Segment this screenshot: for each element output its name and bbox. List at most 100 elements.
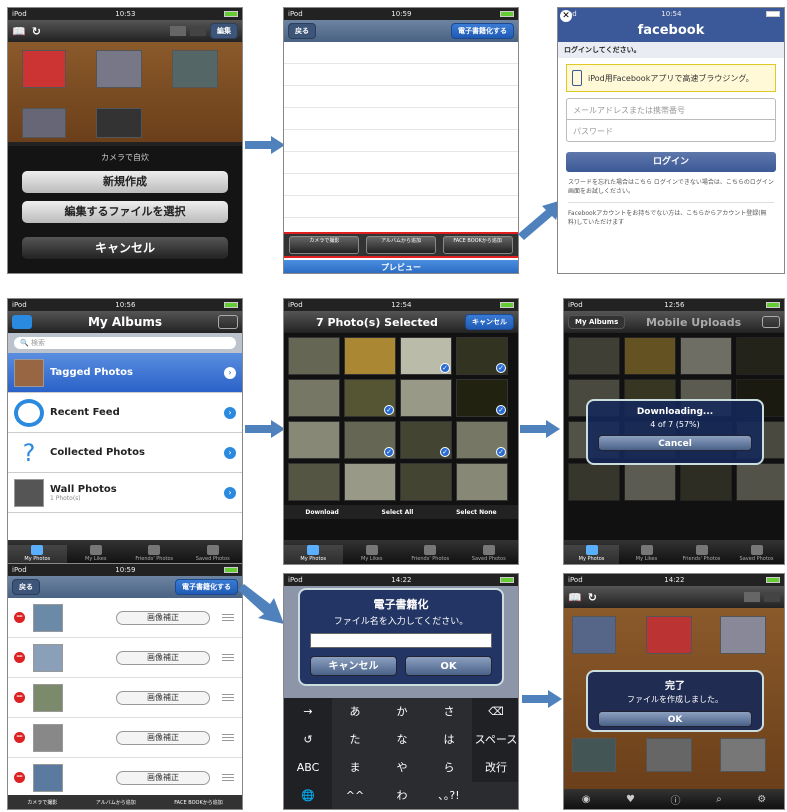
photo-thumbnail[interactable] <box>456 463 508 501</box>
keyboard-key[interactable]: あ <box>331 698 379 726</box>
book-cover[interactable] <box>646 616 692 654</box>
download-button[interactable]: Download <box>305 509 338 516</box>
reorder-handle-icon[interactable] <box>222 614 234 621</box>
filename-input[interactable] <box>310 633 492 648</box>
keyboard-key[interactable]: ABC <box>284 754 332 782</box>
ok-button[interactable]: OK <box>598 711 752 727</box>
keyboard-key[interactable]: ら <box>425 754 473 782</box>
cancel-button[interactable]: キャンセル <box>22 237 228 259</box>
info-icon[interactable]: ⓘ <box>671 792 681 807</box>
keyboard-key[interactable]: ､｡?! <box>425 782 473 809</box>
delete-icon[interactable]: − <box>14 612 25 623</box>
tab-my-likes[interactable]: My Likes <box>619 545 674 564</box>
share-icon[interactable] <box>762 316 780 328</box>
album-add-button[interactable]: アルバムから追加 <box>365 236 436 254</box>
photo-thumbnail[interactable]: ✓ <box>400 421 452 459</box>
convert-ebook-button[interactable]: 電子書籍化する <box>451 23 514 39</box>
image-row[interactable]: − 画像補正 <box>8 678 242 718</box>
image-correct-button[interactable]: 画像補正 <box>116 610 210 625</box>
preview-button[interactable]: プレビュー <box>284 260 518 273</box>
tab-friends-photos[interactable]: Friends' Photos <box>125 545 184 564</box>
keyboard-key[interactable]: ^^ <box>331 782 379 809</box>
tab-saved-photos[interactable]: Saved Photos <box>460 545 519 564</box>
back-button[interactable]: 戻る <box>288 23 316 39</box>
heart-icon[interactable]: ♥ <box>626 794 635 805</box>
tab-my-likes[interactable]: My Likes <box>67 545 126 564</box>
grid-view-icon[interactable] <box>170 26 186 36</box>
facebook-add-button[interactable]: FACE BOOKから追加 <box>174 799 222 806</box>
photo-thumbnail[interactable] <box>680 337 732 375</box>
photo-thumbnail[interactable] <box>736 463 784 501</box>
keyboard-key[interactable]: 改行 <box>472 754 518 782</box>
tab-my-photos[interactable]: My Photos <box>564 545 619 564</box>
image-correct-button[interactable]: 画像補正 <box>116 770 210 785</box>
photo-thumbnail[interactable] <box>680 463 732 501</box>
keyboard-key[interactable]: ま <box>331 754 379 782</box>
book-cover[interactable] <box>572 616 616 654</box>
help-text[interactable]: スワードを忘れた場合はこちら ログインできない場合は、こちらのログイン画面をお試… <box>568 178 774 203</box>
photo-thumbnail[interactable]: ✓ <box>400 337 452 375</box>
photo-thumbnail[interactable] <box>288 463 340 501</box>
tab-saved-photos[interactable]: Saved Photos <box>184 545 243 564</box>
photo-thumbnail[interactable] <box>400 463 452 501</box>
signup-text[interactable]: Facebookアカウントをお持ちでない方は、こちらからアカウント登録(無料)し… <box>568 209 774 227</box>
close-icon[interactable]: ✕ <box>560 10 572 22</box>
image-row[interactable]: − 画像補正 <box>8 638 242 678</box>
select-all-button[interactable]: Select All <box>382 509 414 516</box>
delete-icon[interactable]: − <box>14 692 25 703</box>
image-correct-button[interactable]: 画像補正 <box>116 730 210 745</box>
edit-button[interactable]: 編集 <box>210 23 238 39</box>
tab-my-photos[interactable]: My Photos <box>8 545 67 564</box>
photo-thumbnail[interactable]: ✓ <box>456 421 508 459</box>
gear-icon[interactable]: ⚙ <box>757 794 766 805</box>
cancel-button[interactable]: キャンセル <box>465 314 514 330</box>
image-correct-button[interactable]: 画像補正 <box>116 690 210 705</box>
keyboard-key[interactable]: や <box>378 754 426 782</box>
list-view-icon[interactable] <box>190 26 206 36</box>
share-icon[interactable] <box>218 315 238 329</box>
keyboard-key[interactable]: ↺ <box>284 726 332 754</box>
book-cover[interactable] <box>720 738 766 772</box>
book-cover[interactable] <box>572 738 616 772</box>
password-field[interactable]: パスワード <box>566 120 776 142</box>
delete-icon[interactable]: − <box>14 732 25 743</box>
photo-thumbnail[interactable]: ✓ <box>344 379 396 417</box>
keyboard-key[interactable]: さ <box>425 698 473 726</box>
tab-saved-photos[interactable]: Saved Photos <box>729 545 784 564</box>
book-cover[interactable] <box>646 738 692 772</box>
camera-capture-button[interactable]: カメラで撮影 <box>289 236 360 254</box>
photo-thumbnail[interactable] <box>288 421 340 459</box>
tab-my-likes[interactable]: My Likes <box>343 545 402 564</box>
photo-thumbnail[interactable] <box>568 337 620 375</box>
photo-thumbnail[interactable] <box>624 337 676 375</box>
photo-thumbnail[interactable] <box>288 337 340 375</box>
list-view-icon[interactable] <box>764 592 780 602</box>
search-input[interactable]: 🔍 検索 <box>14 337 236 349</box>
album-row[interactable]: ? Collected Photos › <box>8 433 242 473</box>
facebook-add-button[interactable]: FACE BOOKから追加 <box>442 236 513 254</box>
photo-thumbnail[interactable]: ✓ <box>456 337 508 375</box>
keyboard-key[interactable]: スペース <box>472 726 518 754</box>
keyboard-key[interactable]: ⌫ <box>472 698 518 726</box>
photo-thumbnail[interactable]: ✓ <box>344 421 396 459</box>
photo-thumbnail[interactable] <box>736 337 784 375</box>
email-field[interactable]: メールアドレスまたは携帯番号 <box>566 98 776 120</box>
keyboard-key[interactable]: な <box>378 726 426 754</box>
new-file-button[interactable]: 新規作成 <box>22 171 228 193</box>
photo-thumbnail[interactable]: ✓ <box>456 379 508 417</box>
select-file-button[interactable]: 編集するファイルを選択 <box>22 201 228 223</box>
reorder-handle-icon[interactable] <box>222 734 234 741</box>
back-button[interactable]: 戻る <box>12 579 40 595</box>
image-row[interactable]: − 画像補正 <box>8 758 242 798</box>
book-icon[interactable]: 📖 <box>568 591 582 604</box>
back-button[interactable]: My Albums <box>568 315 626 329</box>
keyboard-key[interactable]: た <box>331 726 379 754</box>
refresh-icon[interactable]: ↻ <box>32 25 41 38</box>
album-add-button[interactable]: アルバムから追加 <box>96 799 136 806</box>
ok-button[interactable]: OK <box>405 656 492 676</box>
photo-thumbnail[interactable] <box>400 379 452 417</box>
book-icon[interactable]: 📖 <box>12 25 26 38</box>
photo-thumbnail[interactable] <box>288 379 340 417</box>
keyboard-key[interactable]: は <box>425 726 473 754</box>
cancel-button[interactable]: キャンセル <box>310 656 397 676</box>
